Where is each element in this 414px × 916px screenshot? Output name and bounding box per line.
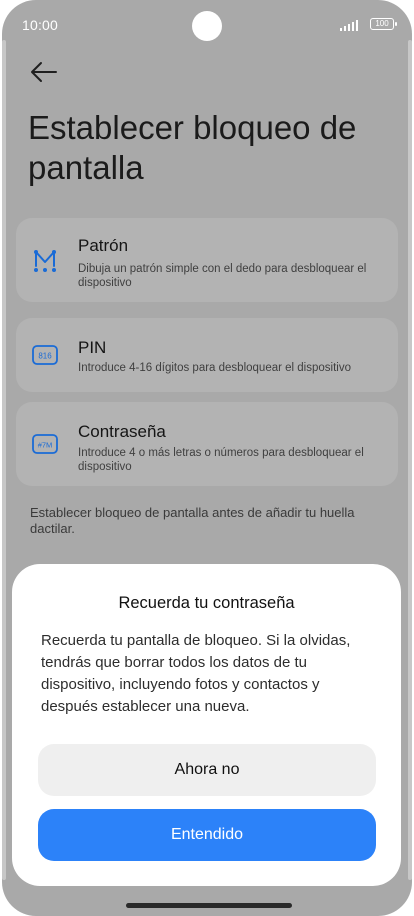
option-pattern-description: Dibuja un patrón simple con el dedo para… [78,263,367,289]
pattern-icon [34,250,56,272]
option-password[interactable]: #7M Contraseña Introduce 4 o más letras … [16,402,398,486]
battery-icon: 100 [370,18,397,30]
page-title: Establecer bloqueo de pantalla [28,109,357,186]
option-pattern[interactable]: Patrón Dibuja un patrón simple con el de… [16,218,398,302]
front-camera [192,11,222,41]
dialog-message: Recuerda tu pantalla de bloqueo. Si la o… [41,632,351,715]
password-reminder-dialog: Recuerda tu contraseña Recuerda tu panta… [12,564,401,886]
option-password-description: Introduce 4 o más letras o números para … [78,447,364,473]
status-time: 10:00 [22,17,59,33]
phone-edge-right [408,40,412,880]
option-pin-description: Introduce 4-16 dígitos para desbloquear … [78,362,351,374]
status-bar: 10:00 100 [2,0,412,52]
not-now-button[interactable]: Ahora no [38,744,376,796]
pin-icon-text: 816 [38,352,52,361]
battery-level: 100 [375,19,389,28]
fingerprint-note: Establecer bloqueo de pantalla antes de … [30,505,355,536]
option-pin[interactable]: 816 PIN Introduce 4-16 dígitos para desb… [16,318,398,392]
understood-button[interactable]: Entendido [38,809,376,861]
password-icon: #7M [32,434,58,454]
password-icon-text: #7M [38,441,53,450]
dialog-title: Recuerda tu contraseña [118,594,295,612]
option-pin-title: PIN [78,338,107,357]
signal-icon [340,19,358,31]
option-pattern-title: Patrón [78,236,129,255]
option-password-title: Contraseña [78,422,166,441]
home-indicator[interactable] [126,903,292,908]
phone-edge-left [2,40,6,880]
back-arrow-icon[interactable] [28,58,60,86]
pin-icon: 816 [32,345,58,365]
